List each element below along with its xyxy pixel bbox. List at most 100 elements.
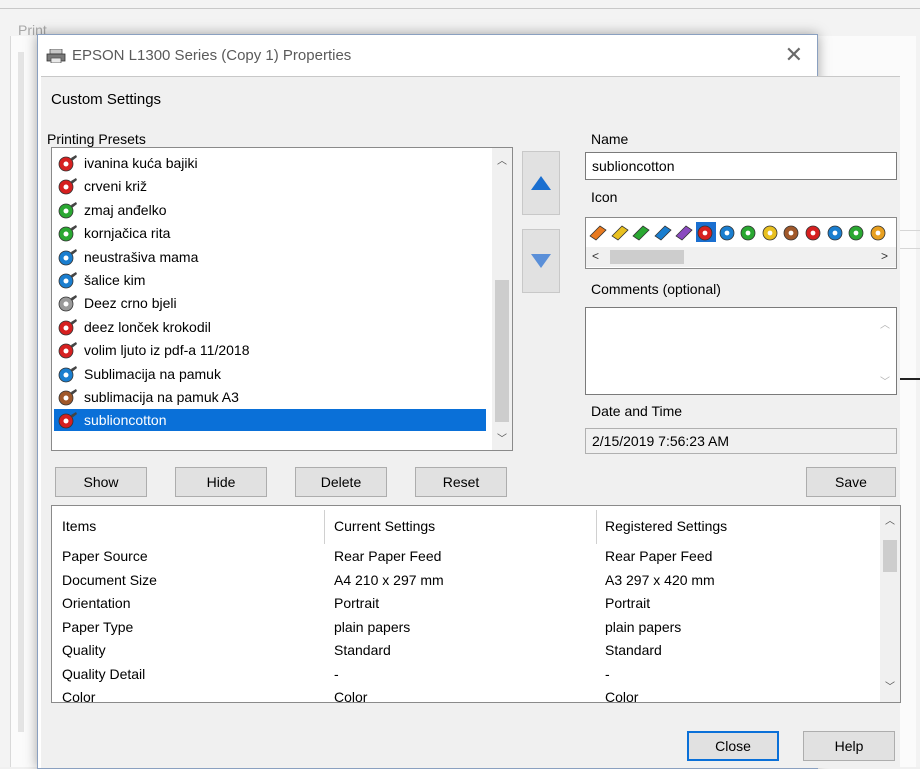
move-up-button[interactable] [522,151,560,215]
table-row[interactable]: Quality Standard Standard [52,642,872,666]
scroll-up-icon[interactable]: ︿ [492,152,512,167]
preset-style-icon[interactable] [631,222,651,242]
preset-list-item[interactable]: zmaj anđelko [54,199,486,221]
scroll-up-icon: ︿ [880,320,890,331]
preset-roll-icon [58,201,77,219]
preset-label: deez lonček krokodil [84,318,211,335]
icon-picker[interactable]: < > [585,217,897,269]
preset-list-item[interactable]: neustrašiva mama [54,246,486,268]
preset-style-icon[interactable] [761,222,781,242]
preset-label: Sublimacija na pamuk [84,365,221,382]
icon-scrollbar[interactable]: < > [586,247,896,267]
preset-roll-icon [58,342,77,359]
preset-roll-icon [58,389,77,406]
preset-list-item[interactable]: kornjačica rita [54,222,486,244]
scroll-up-icon[interactable]: ︿ [880,512,900,527]
preset-label: sublioncotton [84,412,167,429]
preset-roll-icon [58,155,77,172]
preset-list-item[interactable]: volim ljuto iz pdf-a 11/2018 [54,339,486,361]
icon-scroll-thumb[interactable] [610,250,684,264]
preset-roll-icon [58,318,77,336]
column-header-registered: Registered Settings [605,518,728,534]
help-button[interactable]: Help [803,731,895,761]
presets-scrollbar[interactable]: ︿ ﹀ [492,148,512,450]
row-item: Paper Source [62,548,148,564]
preset-style-icon[interactable] [869,222,889,242]
preset-style-icon[interactable] [782,222,802,242]
preset-style-icon[interactable] [847,222,867,242]
scroll-thumb[interactable] [495,280,509,422]
preset-label: crveni križ [84,178,148,195]
scroll-thumb[interactable] [883,540,897,572]
preset-list-item[interactable]: ivanina kuća bajiki [54,152,486,174]
row-registered: Color [605,689,639,703]
preset-list-item[interactable]: crveni križ [54,175,486,197]
preset-roll-icon [58,225,77,242]
preset-list-item[interactable]: sublimacija na pamuk A3 [54,386,486,408]
table-row[interactable]: Orientation Portrait Portrait [52,595,872,619]
preset-label: volim ljuto iz pdf-a 11/2018 [84,342,250,359]
row-registered: - [605,665,610,682]
preset-style-icon[interactable] [674,222,694,242]
scroll-down-icon[interactable]: ﹀ [492,430,512,445]
preset-style-icon[interactable] [739,222,759,242]
preset-label: sublimacija na pamuk A3 [84,389,239,405]
title-bar[interactable]: EPSON L1300 Series (Copy 1) Properties ✕ [38,35,817,77]
scroll-down-icon[interactable]: ﹀ [880,678,900,693]
preset-label: Deez crno bjeli [84,295,177,312]
move-down-button[interactable] [522,229,560,293]
comments-textarea[interactable]: ︿ ﹀ [585,307,897,395]
name-field[interactable]: sublioncotton [585,152,897,180]
close-button[interactable]: Close [687,731,779,761]
presets-label: Printing Presets [47,131,146,147]
table-row[interactable]: Quality Detail - - [52,666,872,690]
preset-style-icon[interactable] [826,222,846,242]
row-registered: A3 297 x 420 mm [605,571,715,588]
table-row[interactable]: Document Size A4 210 x 297 mm A3 297 x 420… [52,572,872,596]
row-current: plain papers [334,618,411,635]
table-row[interactable]: Color Color Color [52,689,872,703]
preset-style-icon[interactable] [696,222,716,242]
save-button[interactable]: Save [806,467,896,497]
hide-button[interactable]: Hide [175,467,267,497]
row-item: Quality [62,642,106,658]
close-icon[interactable]: ✕ [785,43,803,67]
row-current: Color [334,689,368,703]
preset-list-item[interactable]: Sublimacija na pamuk [54,363,486,385]
table-row[interactable]: Paper Source Rear Paper Feed Rear Paper Fe… [52,548,872,572]
preset-roll-icon [58,295,77,312]
preset-label: šalice kim [84,272,146,288]
preset-roll-icon [58,365,77,382]
row-current: Standard [334,642,391,658]
preset-label: ivanina kuća bajiki [84,155,198,171]
preset-style-icon[interactable] [718,222,738,242]
row-item: Document Size [62,571,157,588]
column-separator [596,510,597,544]
preset-roll-icon [58,178,77,195]
preset-style-icon[interactable] [588,222,608,242]
row-registered: Portrait [605,595,651,611]
settings-table[interactable]: Items Current Settings Registered Settin… [51,505,901,703]
scroll-left-icon[interactable]: < [592,249,599,263]
delete-button[interactable]: Delete [295,467,387,497]
preset-list-item[interactable]: sublioncotton [54,409,486,432]
preset-roll-icon [58,272,77,289]
preset-style-icon[interactable] [804,222,824,242]
reset-button[interactable]: Reset [415,467,507,497]
preset-list-item[interactable]: Deez crno bjeli [54,292,486,314]
preset-style-icon[interactable] [653,222,673,242]
row-registered: plain papers [605,618,682,635]
preset-list-item[interactable]: šalice kim [54,269,486,291]
table-scrollbar[interactable]: ︿ ﹀ [880,506,900,702]
preset-style-icon[interactable] [610,222,630,242]
column-header-items: Items [62,518,97,534]
printer-icon [46,49,66,63]
preset-list-item[interactable]: deez lonček krokodil [54,316,486,338]
column-header-current: Current Settings [334,518,436,534]
row-current: Rear Paper Feed [334,548,442,564]
presets-listbox[interactable]: ︿ ﹀ ivanina kuća bajiki crveni križ zmaj a… [51,147,513,451]
table-row[interactable]: Paper Type plain papers plain papers [52,619,872,643]
scroll-right-icon[interactable]: > [881,249,888,263]
row-item: Quality Detail [62,665,146,682]
show-button[interactable]: Show [55,467,147,497]
